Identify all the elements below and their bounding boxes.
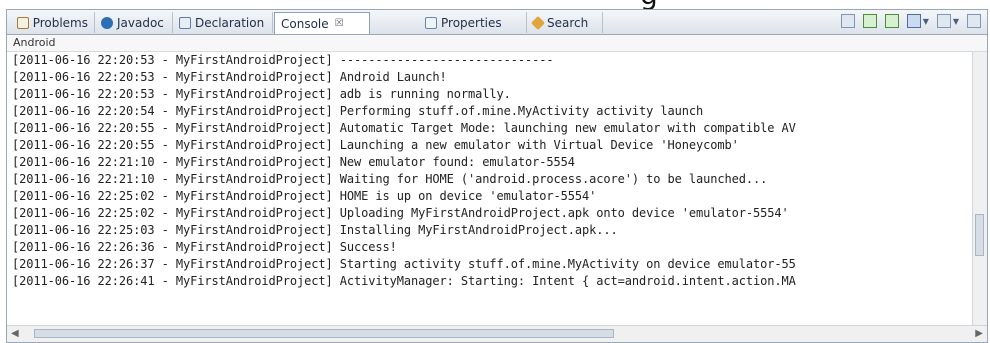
javadoc-icon [101, 16, 113, 29]
console-line: [2011-06-16 22:26:36 - MyFirstAndroidPro… [12, 240, 397, 254]
tab-search[interactable]: Search [527, 12, 603, 33]
console-line: [2011-06-16 22:26:41 - MyFirstAndroidPro… [12, 274, 796, 288]
console-line: [2011-06-16 22:20:53 - MyFirstAndroidPro… [12, 70, 447, 84]
console-line: [2011-06-16 22:20:55 - MyFirstAndroidPro… [12, 138, 739, 152]
search-icon [530, 15, 546, 30]
chevron-left-icon[interactable]: ◀ [11, 328, 19, 339]
console-line: [2011-06-16 22:20:53 - MyFirstAndroidPro… [12, 53, 554, 67]
tab-label-properties: Properties [441, 15, 502, 30]
vertical-scroll-thumb[interactable] [975, 214, 984, 256]
tab-label-console: Console [281, 16, 329, 31]
chevron-down-icon[interactable]: ▼ [923, 17, 929, 26]
tab-console[interactable]: Console ☒ [274, 12, 370, 67]
console-line: [2011-06-16 22:25:03 - MyFirstAndroidPro… [12, 223, 618, 237]
properties-icon [425, 16, 437, 29]
minimize-icon[interactable] [967, 14, 981, 28]
console-line: [2011-06-16 22:26:37 - MyFirstAndroidPro… [12, 257, 796, 271]
lock-icon[interactable] [840, 14, 855, 28]
horizontal-scroll-thumb[interactable] [34, 329, 614, 338]
declaration-icon [179, 16, 191, 29]
console-toolbar: ▼ ▼ [840, 14, 981, 28]
pin-console-icon[interactable] [862, 14, 877, 28]
tab-problems[interactable]: Problems [11, 12, 95, 33]
console-line: [2011-06-16 22:20:55 - MyFirstAndroidPro… [12, 121, 796, 135]
console-output[interactable]: [2011-06-16 22:20:53 - MyFirstAndroidPro… [7, 52, 973, 326]
tab-label-problems: Problems [32, 15, 88, 30]
horizontal-scrollbar[interactable]: ◀ ▶ [7, 325, 987, 342]
tab-javadoc[interactable]: Javadoc [95, 12, 173, 33]
view-tab-bar: Problems Javadoc Declaration Console ☒ P… [7, 10, 987, 67]
console-line: [2011-06-16 22:21:10 - MyFirstAndroidPro… [12, 155, 575, 169]
vertical-scrollbar[interactable] [972, 52, 987, 326]
tab-label-search: Search [547, 15, 589, 30]
tab-declaration[interactable]: Declaration [173, 12, 273, 33]
close-tab-icon[interactable]: ☒ [335, 18, 344, 29]
console-line: [2011-06-16 22:20:53 - MyFirstAndroidPro… [12, 87, 511, 101]
new-console-icon[interactable] [936, 14, 951, 28]
tab-label-javadoc: Javadoc [117, 15, 164, 30]
open-console-icon[interactable] [906, 14, 921, 28]
chevron-right-icon[interactable]: ▶ [975, 328, 983, 339]
chevron-down-icon[interactable]: ▼ [953, 17, 959, 26]
console-line: [2011-06-16 22:25:02 - MyFirstAndroidPro… [12, 189, 597, 203]
tab-label-declaration: Declaration [195, 15, 265, 30]
console-line: [2011-06-16 22:25:02 - MyFirstAndroidPro… [12, 206, 789, 220]
tab-properties[interactable]: Properties [419, 12, 527, 33]
console-line: [2011-06-16 22:20:54 - MyFirstAndroidPro… [12, 104, 704, 118]
problems-icon [17, 16, 29, 29]
display-selected-console-icon[interactable] [884, 14, 899, 28]
console-line: [2011-06-16 22:21:10 - MyFirstAndroidPro… [12, 172, 768, 186]
eclipse-console-view: Problems Javadoc Declaration Console ☒ P… [6, 9, 988, 343]
console-name-label: Android [7, 35, 987, 52]
